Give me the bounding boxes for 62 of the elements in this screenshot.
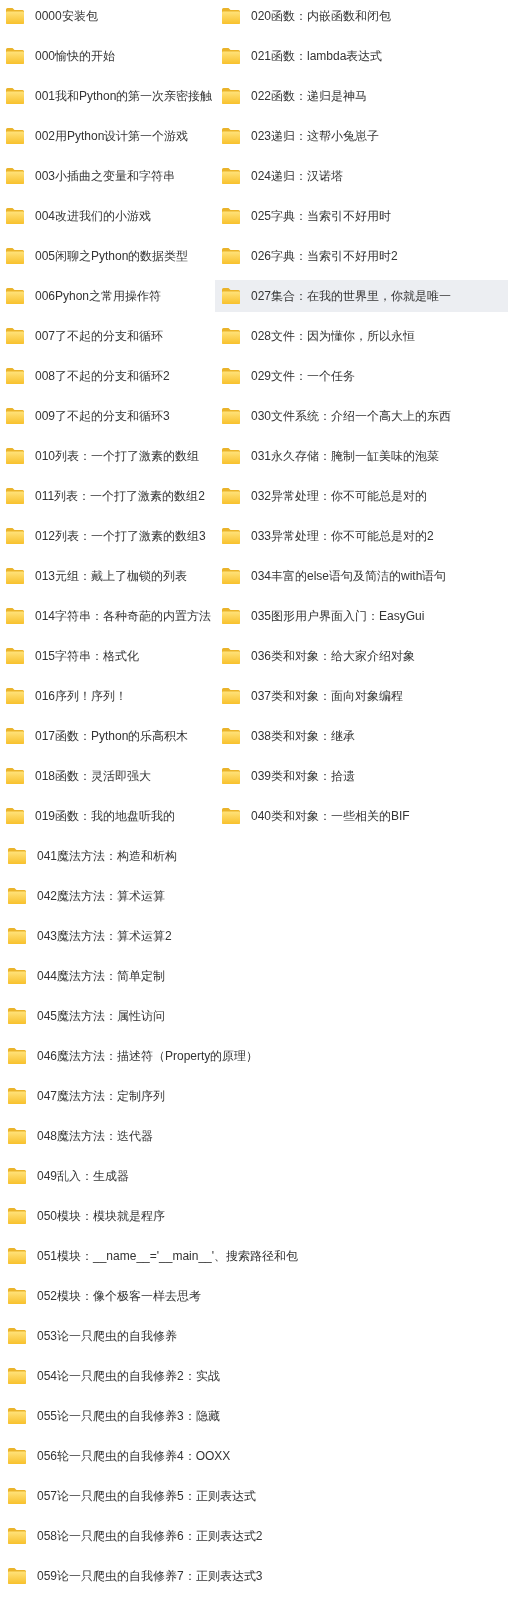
folder-icon xyxy=(5,807,25,825)
folder-icon xyxy=(7,887,27,905)
folder-icon xyxy=(5,247,25,265)
folder-icon xyxy=(5,47,25,65)
folder-icon xyxy=(5,327,25,345)
folder-icon xyxy=(7,1127,27,1145)
folder-icon xyxy=(221,807,241,825)
folder-icon xyxy=(7,967,27,985)
folder-icon xyxy=(221,567,241,585)
folder-icon xyxy=(5,727,25,745)
folder-icon xyxy=(221,727,241,745)
folder-icon xyxy=(5,687,25,705)
folder-icon xyxy=(5,287,25,305)
folder-icon xyxy=(7,1207,27,1225)
folder-icon xyxy=(221,247,241,265)
folder-icon xyxy=(5,367,25,385)
folder-icon xyxy=(221,407,241,425)
folder-icon xyxy=(5,487,25,505)
folder-icon xyxy=(221,487,241,505)
folder-icon xyxy=(5,87,25,105)
folder-icon xyxy=(7,847,27,865)
folder-icon xyxy=(221,767,241,785)
folder-item[interactable]: 027集合：在我的世界里，你就是唯一 xyxy=(215,280,508,312)
folder-icon xyxy=(5,527,25,545)
folder-icon xyxy=(7,1327,27,1345)
folder-icon xyxy=(221,167,241,185)
folder-icon xyxy=(221,287,241,305)
folder-icon xyxy=(7,1367,27,1385)
folder-icon xyxy=(5,7,25,25)
folder-icon xyxy=(5,167,25,185)
folder-icon xyxy=(5,767,25,785)
folder-icon xyxy=(221,47,241,65)
folder-icon xyxy=(7,1447,27,1465)
folder-icon xyxy=(7,1247,27,1265)
folder-icon xyxy=(221,647,241,665)
folder-icon xyxy=(7,1007,27,1025)
folder-icon xyxy=(7,927,27,945)
folder-icon xyxy=(221,127,241,145)
folder-icon xyxy=(221,327,241,345)
folder-icon xyxy=(7,1047,27,1065)
folder-icon xyxy=(7,1087,27,1105)
folder-icon xyxy=(221,207,241,225)
folder-icon xyxy=(221,367,241,385)
folder-icon xyxy=(5,127,25,145)
folder-icon xyxy=(5,207,25,225)
folder-icon xyxy=(7,1527,27,1545)
folder-icon xyxy=(221,7,241,25)
folder-icon xyxy=(5,647,25,665)
folder-icon xyxy=(221,687,241,705)
folder-icon xyxy=(5,567,25,585)
folder-icon xyxy=(7,1567,27,1585)
folder-icon xyxy=(5,607,25,625)
folder-icon xyxy=(7,1407,27,1425)
folder-icon xyxy=(5,407,25,425)
folder-icon xyxy=(221,447,241,465)
folder-icon xyxy=(7,1167,27,1185)
folder-icon xyxy=(221,607,241,625)
folder-icon xyxy=(5,447,25,465)
folder-icon xyxy=(221,527,241,545)
folder-icon xyxy=(7,1487,27,1505)
folder-icon xyxy=(7,1287,27,1305)
folder-icon xyxy=(221,87,241,105)
